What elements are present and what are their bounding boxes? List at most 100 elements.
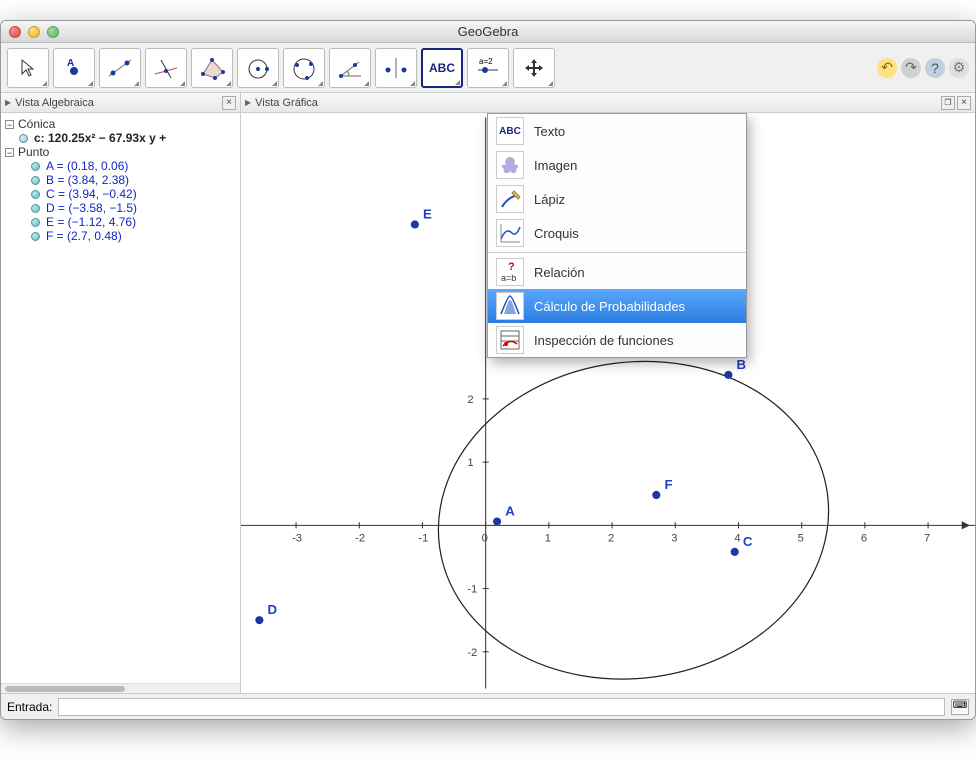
visibility-toggle[interactable] — [31, 218, 40, 227]
tree-item-point-C[interactable]: C = (3.94, −0.42) — [31, 187, 236, 201]
algebra-tree: − Cónica c: 120.25x² − 67.93x y + − Punt… — [1, 113, 240, 683]
svg-text:-1: -1 — [418, 533, 428, 545]
menu-item-label: Relación — [534, 265, 585, 280]
graph-point-E[interactable] — [411, 220, 419, 228]
graph-point-A[interactable] — [493, 517, 501, 525]
tool-slider[interactable]: a=2 — [467, 48, 509, 88]
tree-item-point-D[interactable]: D = (−3.58, −1.5) — [31, 201, 236, 215]
graphics-panel-maximize[interactable]: ❐ — [941, 96, 955, 110]
minimize-window-button[interactable] — [28, 26, 40, 38]
menu-item-image[interactable]: Imagen — [488, 148, 746, 182]
algebra-scrollbar[interactable] — [1, 683, 240, 693]
graphics-panel: ▶ Vista Gráfica ❐ × -4-3-2-101234567-2-1… — [241, 93, 975, 693]
tree-item-point-B[interactable]: B = (3.84, 2.38) — [31, 173, 236, 187]
collapse-icon[interactable]: − — [5, 148, 14, 157]
zoom-window-button[interactable] — [47, 26, 59, 38]
svg-text:F: F — [664, 477, 672, 492]
menu-item-label: Imagen — [534, 158, 577, 173]
tree-category-conic[interactable]: − Cónica — [5, 117, 236, 131]
graph-point-F[interactable] — [652, 491, 660, 499]
menu-item-pencil[interactable]: Lápiz — [488, 182, 746, 216]
undo-button[interactable]: ↶ — [877, 58, 897, 78]
graphics-view[interactable]: -4-3-2-101234567-2-112ABCDEF ABCTextoIma… — [241, 113, 975, 693]
tree-item-point-E[interactable]: E = (−1.12, 4.76) — [31, 215, 236, 229]
svg-text:7: 7 — [924, 533, 930, 545]
collapse-icon[interactable]: − — [5, 120, 14, 129]
sketch-icon — [496, 219, 524, 247]
point-label[interactable]: E = (−1.12, 4.76) — [46, 215, 136, 229]
point-label[interactable]: D = (−3.58, −1.5) — [46, 201, 137, 215]
point-label[interactable]: B = (3.84, 2.38) — [46, 173, 129, 187]
tree-item-point-A[interactable]: A = (0.18, 0.06) — [31, 159, 236, 173]
visibility-toggle[interactable] — [31, 232, 40, 241]
scrollbar-thumb[interactable] — [5, 686, 125, 692]
close-window-button[interactable] — [9, 26, 21, 38]
menu-item-label: Cálculo de Probabilidades — [534, 299, 685, 314]
tool-perpendicular[interactable] — [145, 48, 187, 88]
graphics-panel-title: Vista Gráfica — [255, 97, 318, 109]
text-icon: ABC — [496, 117, 524, 145]
probability-icon — [496, 292, 524, 320]
tree-item-point-F[interactable]: F = (2.7, 0.48) — [31, 229, 236, 243]
triangle-icon[interactable]: ▶ — [245, 98, 251, 107]
redo-button[interactable]: ↷ — [901, 58, 921, 78]
point-label[interactable]: F = (2.7, 0.48) — [46, 229, 122, 243]
algebra-panel-header: ▶ Vista Algebraica × — [1, 93, 240, 113]
visibility-toggle[interactable] — [31, 190, 40, 199]
visibility-toggle[interactable] — [31, 204, 40, 213]
text-tool-dropdown: ABCTexto Imagen Lápiz Croquis ?a=b Relación C… — [487, 113, 747, 358]
input-bar: Entrada: ⌨ — [1, 693, 975, 719]
tool-polygon[interactable] — [191, 48, 233, 88]
svg-text:a=b: a=b — [501, 273, 516, 283]
menu-item-relation[interactable]: ?a=b Relación — [488, 255, 746, 289]
tool-point[interactable]: A — [53, 48, 95, 88]
algebra-panel-close[interactable]: × — [222, 96, 236, 110]
tool-reflect[interactable] — [375, 48, 417, 88]
tool-move-view[interactable] — [513, 48, 555, 88]
menu-item-label: Inspección de funciones — [534, 333, 673, 348]
menu-item-probability[interactable]: Cálculo de Probabilidades — [488, 289, 746, 323]
tool-ellipse[interactable] — [283, 48, 325, 88]
window-title: GeoGebra — [1, 24, 975, 39]
visibility-toggle[interactable] — [31, 162, 40, 171]
svg-text:-3: -3 — [292, 533, 302, 545]
help-button[interactable]: ? — [925, 58, 945, 78]
graph-point-D[interactable] — [255, 616, 263, 624]
point-label[interactable]: A = (0.18, 0.06) — [46, 159, 128, 173]
point-label[interactable]: C = (3.94, −0.42) — [46, 187, 137, 201]
svg-text:A: A — [505, 503, 515, 518]
command-input[interactable] — [58, 698, 945, 716]
svg-text:D: D — [268, 602, 278, 617]
graph-point-C[interactable] — [731, 548, 739, 556]
graphics-panel-header: ▶ Vista Gráfica ❐ × — [241, 93, 975, 113]
tool-text[interactable]: ABC — [421, 48, 463, 88]
tool-circle[interactable] — [237, 48, 279, 88]
graphics-panel-close[interactable]: × — [957, 96, 971, 110]
tool-line[interactable] — [99, 48, 141, 88]
svg-text:-2: -2 — [467, 647, 477, 659]
conic-formula[interactable]: c: 120.25x² − 67.93x y + — [34, 131, 166, 145]
svg-text:1: 1 — [545, 533, 551, 545]
input-label: Entrada: — [7, 700, 52, 714]
settings-button[interactable]: ⚙ — [949, 58, 969, 78]
tool-angle[interactable] — [329, 48, 371, 88]
visibility-toggle[interactable] — [31, 176, 40, 185]
menu-item-inspect[interactable]: Inspección de funciones — [488, 323, 746, 357]
menu-item-sketch[interactable]: Croquis — [488, 216, 746, 250]
menu-separator — [488, 252, 746, 253]
graph-point-B[interactable] — [724, 371, 732, 379]
menu-item-label: Croquis — [534, 226, 579, 241]
visibility-toggle-conic[interactable] — [19, 134, 28, 143]
svg-text:-2: -2 — [355, 533, 365, 545]
menu-item-text[interactable]: ABCTexto — [488, 114, 746, 148]
input-help-button[interactable]: ⌨ — [951, 699, 969, 715]
relation-icon: ?a=b — [496, 258, 524, 286]
tree-category-point[interactable]: − Punto — [5, 145, 236, 159]
tool-move[interactable] — [7, 48, 49, 88]
svg-text:3: 3 — [671, 533, 677, 545]
svg-text:4: 4 — [734, 533, 740, 545]
pencil-icon — [496, 185, 524, 213]
triangle-icon[interactable]: ▶ — [5, 98, 11, 107]
menu-item-label: Lápiz — [534, 192, 565, 207]
svg-text:1: 1 — [467, 457, 473, 469]
